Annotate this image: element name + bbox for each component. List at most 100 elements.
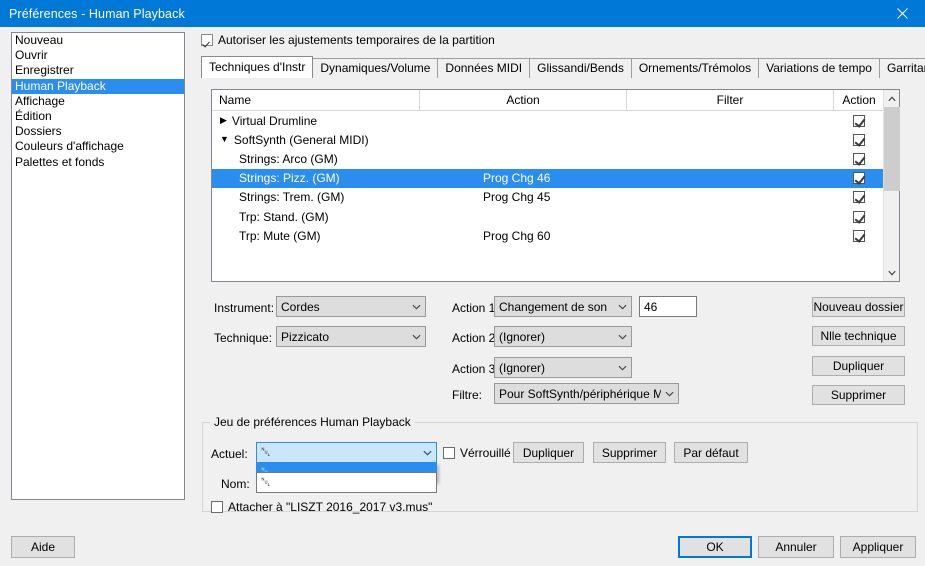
allow-temp-adjustments-row[interactable]: Autoriser les ajustements temporaires de… (201, 33, 495, 47)
chevron-down-icon[interactable] (408, 334, 425, 340)
grid-col-action2[interactable]: Action (834, 90, 884, 110)
prefset-group-title: Jeu de préférences Human Playback (210, 415, 415, 429)
sidebar-item-human-playback[interactable]: Human Playback (12, 79, 184, 94)
sidebar-item-palettes-et-fonds[interactable]: Palettes et fonds (12, 155, 184, 170)
row-action-check-cell[interactable] (834, 172, 884, 184)
current-prefset-dropdown[interactable]: ␀ (256, 442, 437, 463)
scroll-up-icon[interactable] (884, 90, 900, 107)
techniques-grid[interactable]: Name Action Filter Action ▶ Virtual Drum… (211, 89, 900, 282)
tab-bar[interactable]: Techniques d'Instr Dynamiques/Volume Don… (201, 56, 918, 78)
action1-parameter-input[interactable]: 46 (639, 296, 697, 317)
chevron-down-icon[interactable] (614, 365, 631, 371)
action2-dropdown[interactable]: (Ignorer) (494, 326, 632, 347)
prefset-dupliquer-button[interactable]: Dupliquer (513, 442, 584, 463)
close-icon[interactable] (879, 0, 925, 27)
nom-label: Nom: (221, 477, 250, 491)
row-action-cell: Prog Chg 60 (420, 229, 627, 243)
action2-value: (Ignorer) (499, 330, 614, 344)
prefset-name-input[interactable]: ␀ (256, 472, 437, 493)
filter-value: Pour SoftSynth/périphérique MID (499, 387, 661, 401)
chevron-down-icon[interactable] (614, 304, 631, 310)
row-action-check-cell[interactable] (834, 211, 884, 223)
row-action-check-cell[interactable] (834, 191, 884, 203)
action1-dropdown[interactable]: Changement de son (494, 296, 632, 317)
tab-glissandi-bends[interactable]: Glissandi/Bends (529, 58, 632, 78)
grid-col-name[interactable]: Name (212, 90, 420, 110)
dupliquer-technique-button[interactable]: Dupliquer (812, 356, 905, 376)
technique-dropdown[interactable]: Pizzicato (276, 326, 426, 347)
instrument-dropdown[interactable]: Cordes (276, 296, 426, 317)
chevron-down-icon[interactable] (661, 391, 678, 397)
row-enabled-checkbox[interactable] (853, 172, 865, 184)
verrouille-checkbox[interactable] (443, 447, 455, 459)
row-action-check-cell[interactable] (834, 153, 884, 165)
verrouille-row[interactable]: Vérrouillé (443, 446, 511, 460)
row-name-label: Strings: Trem. (GM) (239, 190, 344, 204)
grid-col-filter[interactable]: Filter (627, 90, 834, 110)
tab-variations-de-tempo[interactable]: Variations de tempo (758, 58, 880, 78)
sidebar-item-ouvrir[interactable]: Ouvrir (12, 48, 184, 63)
row-enabled-checkbox[interactable] (853, 153, 865, 165)
annuler-button[interactable]: Annuler (758, 536, 834, 558)
chevron-down-icon[interactable] (408, 304, 425, 310)
filter-dropdown[interactable]: Pour SoftSynth/périphérique MID (494, 383, 679, 404)
table-row-selected[interactable]: Strings: Pizz. (GM) Prog Chg 46 (212, 169, 899, 188)
action3-dropdown[interactable]: (Ignorer) (494, 357, 632, 378)
row-action-cell: Prog Chg 45 (420, 190, 627, 204)
allow-temp-adjustments-checkbox[interactable] (201, 34, 213, 46)
sidebar-item-enregistrer[interactable]: Enregistrer (12, 63, 184, 78)
scrollbar-thumb[interactable] (884, 107, 900, 191)
preferences-dialog: Préférences - Human Playback Nouveau Ouv… (0, 0, 925, 566)
row-enabled-checkbox[interactable] (853, 230, 865, 242)
tab-donnees-midi[interactable]: Données MIDI (437, 58, 530, 78)
prefset-par-defaut-button[interactable]: Par défaut (674, 442, 748, 463)
expander-expanded-icon[interactable]: ▼ (220, 135, 229, 144)
sidebar-item-dossiers[interactable]: Dossiers (12, 124, 184, 139)
grid-vertical-scrollbar[interactable] (883, 90, 899, 281)
nouveau-dossier-button[interactable]: Nouveau dossier (812, 297, 905, 317)
supprimer-technique-button[interactable]: Supprimer (812, 385, 905, 405)
attach-checkbox[interactable] (211, 501, 223, 513)
verrouille-label: Vérrouillé (460, 446, 511, 460)
aide-button[interactable]: Aide (11, 536, 75, 558)
grid-col-action[interactable]: Action (420, 90, 627, 110)
row-enabled-checkbox[interactable] (853, 191, 865, 203)
row-action-check-cell[interactable] (834, 115, 884, 127)
row-action-check-cell[interactable] (834, 134, 884, 146)
table-row[interactable]: ▼ SoftSynth (General MIDI) (212, 130, 899, 149)
row-action-check-cell[interactable] (834, 230, 884, 242)
sidebar-item-affichage[interactable]: Affichage (12, 94, 184, 109)
tab-dynamiques-volume[interactable]: Dynamiques/Volume (312, 58, 438, 78)
appliquer-button[interactable]: Appliquer (840, 536, 916, 558)
row-name-cell: Strings: Pizz. (GM) (212, 171, 420, 185)
window-title: Préférences - Human Playback (9, 7, 185, 21)
chevron-down-icon[interactable] (614, 334, 631, 340)
row-name-label: Virtual Drumline (232, 114, 317, 128)
chevron-down-icon[interactable] (419, 450, 436, 456)
table-row[interactable]: Trp: Mute (GM) Prog Chg 60 (212, 226, 899, 245)
scroll-down-icon[interactable] (884, 264, 900, 281)
allow-temp-adjustments-label: Autoriser les ajustements temporaires de… (218, 33, 495, 47)
sidebar-item-couleurs-affichage[interactable]: Couleurs d'affichage (12, 139, 184, 154)
table-row[interactable]: Strings: Arco (GM) (212, 149, 899, 168)
table-row[interactable]: Trp: Stand. (GM) (212, 207, 899, 226)
table-row[interactable]: ▶ Virtual Drumline (212, 111, 899, 130)
tab-garritan[interactable]: Garritan (879, 58, 925, 78)
tab-ornements-tremolos[interactable]: Ornements/Trémolos (631, 58, 759, 78)
attach-row[interactable]: Attacher à "LISZT 2016_2017 v3.mus" (211, 500, 432, 514)
current-prefset-value: ␀ (261, 445, 419, 460)
nlle-technique-button[interactable]: Nlle technique (812, 326, 905, 346)
row-name-label: Strings: Pizz. (GM) (239, 171, 340, 185)
sidebar-item-nouveau[interactable]: Nouveau (12, 33, 184, 48)
ok-button[interactable]: OK (678, 536, 752, 558)
row-enabled-checkbox[interactable] (853, 115, 865, 127)
action2-label: Action 2: (452, 331, 499, 345)
expander-collapsed-icon[interactable]: ▶ (220, 116, 227, 125)
category-listbox[interactable]: Nouveau Ouvrir Enregistrer Human Playbac… (11, 32, 185, 500)
row-enabled-checkbox[interactable] (853, 211, 865, 223)
prefset-supprimer-button[interactable]: Supprimer (593, 442, 666, 463)
table-row[interactable]: Strings: Trem. (GM) Prog Chg 45 (212, 188, 899, 207)
tab-techniques-instr[interactable]: Techniques d'Instr (201, 56, 313, 78)
row-enabled-checkbox[interactable] (853, 134, 865, 146)
sidebar-item-edition[interactable]: Édition (12, 109, 184, 124)
